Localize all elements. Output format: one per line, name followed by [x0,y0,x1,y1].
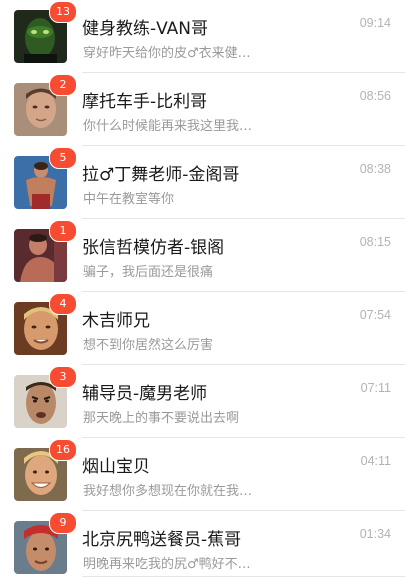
chat-row[interactable]: 2 摩托车手-比利哥 你什么时候能再来我这里我… 08:56 [0,73,405,146]
chat-time: 09:14 [359,16,391,30]
chat-name: 摩托车手-比利哥 [82,92,208,112]
chat-row[interactable]: 3 辅导员-魔男老师 那天晚上的事不要说出去啊 07:11 [0,365,405,438]
unread-badge: 3 [49,366,77,388]
chat-preview: 中午在教室等你 [83,192,175,207]
chat-name: 张信哲模仿者-银阁 [82,238,225,258]
chat-name: 木吉师兄 [82,311,150,331]
chat-preview: 那天晚上的事不要说出去啊 [83,411,240,426]
chat-name: 辅导员-魔男老师 [82,384,208,404]
chat-row[interactable]: 5 拉♂丁舞老师-金阁哥 中午在教室等你 08:38 [0,146,405,219]
unread-badge: 13 [49,1,77,23]
chat-list: 13 健身教练-VAN哥 穿好昨天给你的皮♂衣来健… 09:14 2 摩托车手-… [0,0,405,577]
chat-name: 健身教练-VAN哥 [82,19,209,39]
unread-badge: 16 [49,439,77,461]
chat-time: 08:15 [359,235,391,249]
chat-preview: 穿好昨天给你的皮♂衣来健… [83,46,251,61]
unread-badge: 4 [49,293,77,315]
chat-time: 04:11 [360,454,391,468]
unread-badge: 5 [49,147,77,169]
unread-badge: 2 [49,74,77,96]
chat-preview: 明晚再来吃我的尻♂鸭好不… [83,557,251,572]
chat-name: 拉♂丁舞老师-金阁哥 [82,165,240,185]
chat-row[interactable]: 13 健身教练-VAN哥 穿好昨天给你的皮♂衣来健… 09:14 [0,0,405,73]
chat-name: 烟山宝贝 [82,457,150,477]
chat-row[interactable]: 9 北京尻鸭送餐员-蕉哥 明晚再来吃我的尻♂鸭好不… 01:34 [0,511,405,577]
chat-row[interactable]: 4 木吉师兄 想不到你居然这么厉害 07:54 [0,292,405,365]
chat-preview: 想不到你居然这么厉害 [83,338,214,353]
chat-time: 01:34 [359,527,391,541]
chat-preview: 我好想你多想现在你就在我… [83,484,253,499]
unread-badge: 1 [49,220,77,242]
unread-badge: 9 [49,512,77,534]
chat-row[interactable]: 16 烟山宝贝 我好想你多想现在你就在我… 04:11 [0,438,405,511]
chat-name: 北京尻鸭送餐员-蕉哥 [82,530,242,550]
chat-preview: 骗子，我后面还是很痛 [83,265,214,280]
chat-time: 07:54 [359,308,391,322]
chat-preview: 你什么时候能再来我这里我… [83,119,253,134]
chat-row[interactable]: 1 张信哲模仿者-银阁 骗子，我后面还是很痛 08:15 [0,219,405,292]
chat-time: 08:56 [359,89,391,103]
chat-time: 08:38 [359,162,391,176]
chat-time: 07:11 [360,381,391,395]
